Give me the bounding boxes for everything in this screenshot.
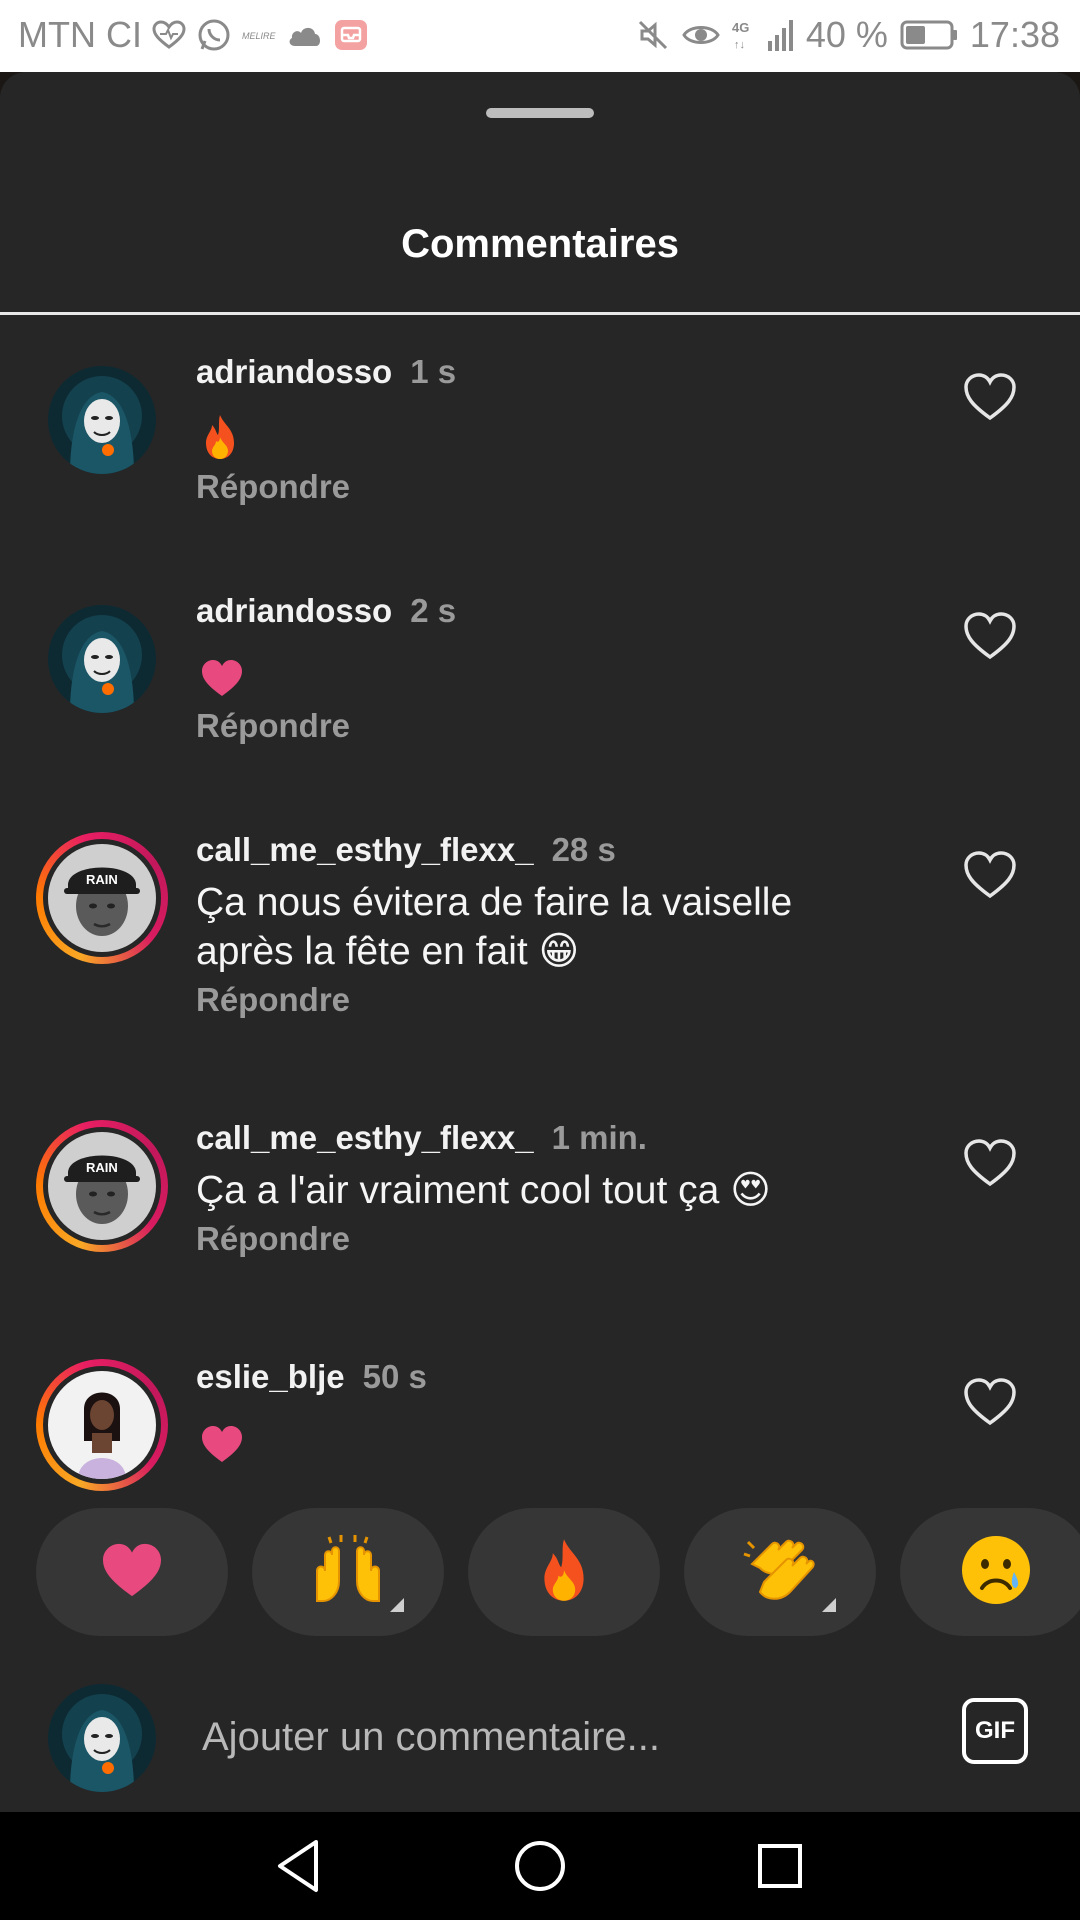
comment-time: 1 s xyxy=(410,353,457,390)
notification-icon xyxy=(334,19,368,51)
svg-text:MELIRET: MELIRET xyxy=(242,31,276,41)
raising-hands-icon xyxy=(309,1534,387,1610)
username-text: eslie_blje xyxy=(196,1358,345,1395)
status-bar: MTN CI MELIRET 4G ↑↓ 40 % xyxy=(0,0,1080,72)
sheet-title: Commentaires xyxy=(401,222,679,266)
comment-time: 1 min. xyxy=(551,1119,647,1156)
avatar[interactable] xyxy=(48,366,156,474)
username-text: call_me_esthy_flexx_ xyxy=(196,1119,534,1156)
username-text: call_me_esthy_flexx_ xyxy=(196,831,534,868)
battery-icon xyxy=(900,20,958,50)
avatar xyxy=(48,1684,156,1792)
app-icon: MELIRET xyxy=(242,25,276,45)
avatar[interactable]: RAIN xyxy=(36,832,168,964)
heart-signal-icon xyxy=(152,20,186,50)
reaction-sad-face-button[interactable] xyxy=(900,1508,1080,1636)
comment-username[interactable]: adriandosso 1 s xyxy=(196,353,456,391)
reply-button[interactable]: Répondre xyxy=(196,981,350,1019)
eye-icon xyxy=(682,21,720,49)
fire-icon xyxy=(536,1534,592,1611)
comment-time: 28 s xyxy=(551,831,616,868)
reaction-clapping-hands-button[interactable] xyxy=(684,1508,876,1636)
heart-outline-icon[interactable] xyxy=(962,1137,1018,1189)
svg-text:RAIN: RAIN xyxy=(86,1160,118,1175)
quick-reactions-bar xyxy=(0,1508,1080,1638)
heart-outline-icon[interactable] xyxy=(962,849,1018,901)
username-text: adriandosso xyxy=(196,353,393,390)
reaction-heart-button[interactable] xyxy=(36,1508,228,1636)
comment-time: 2 s xyxy=(410,592,457,629)
clapping-hands-icon xyxy=(742,1534,818,1611)
comment-username[interactable]: eslie_blje 50 s xyxy=(196,1358,427,1396)
carrier-label: MTN CI xyxy=(18,14,142,55)
fire-icon xyxy=(200,413,240,466)
comment-input[interactable] xyxy=(200,1706,924,1768)
system-navigation-bar xyxy=(0,1812,1080,1920)
heart-emoji-icon xyxy=(200,1424,244,1469)
gif-button[interactable]: GIF xyxy=(962,1698,1028,1764)
heart-emoji-icon xyxy=(99,1541,165,1604)
comment-text: Ça a l'air vraiment cool tout ça 😍 xyxy=(196,1169,771,1212)
reply-button[interactable]: Répondre xyxy=(196,707,350,745)
reply-button[interactable]: Répondre xyxy=(196,1220,350,1258)
svg-text:4G: 4G xyxy=(732,20,749,35)
reply-button[interactable]: Répondre xyxy=(196,468,350,506)
heart-outline-icon[interactable] xyxy=(962,610,1018,662)
heart-outline-icon[interactable] xyxy=(962,371,1018,423)
username-text: adriandosso xyxy=(196,592,393,629)
svg-text:↑↓: ↑↓ xyxy=(734,39,745,51)
avatar[interactable] xyxy=(36,1359,168,1491)
comment-text: Ça nous évitera de faire la vaiselle apr… xyxy=(196,881,793,973)
sad-face-icon xyxy=(958,1532,1034,1613)
network-4g-icon: 4G ↑↓ xyxy=(732,18,756,52)
comment-composer: GIF xyxy=(0,1660,1080,1812)
battery-percent: 40 % xyxy=(805,14,888,55)
variant-indicator xyxy=(390,1598,404,1612)
comments-list[interactable]: adriandosso 1 s Répondre adriandosso 2 s R… xyxy=(0,315,1080,1555)
recents-icon[interactable] xyxy=(748,1834,812,1898)
svg-text:RAIN: RAIN xyxy=(86,872,118,887)
home-icon[interactable] xyxy=(508,1834,572,1898)
mute-icon xyxy=(636,18,670,52)
comment-time: 50 s xyxy=(362,1358,427,1395)
avatar[interactable] xyxy=(48,605,156,713)
heart-outline-icon[interactable] xyxy=(962,1376,1018,1428)
comment-username[interactable]: call_me_esthy_flexx_ 1 min. xyxy=(196,1119,647,1157)
signal-icon xyxy=(767,19,794,51)
variant-indicator xyxy=(822,1598,836,1612)
comment-username[interactable]: call_me_esthy_flexx_ 28 s xyxy=(196,831,616,869)
comment-username[interactable]: adriandosso 2 s xyxy=(196,592,456,630)
avatar[interactable]: RAIN xyxy=(36,1120,168,1252)
cloud-icon xyxy=(286,22,324,48)
whatsapp-icon xyxy=(196,17,232,53)
back-icon[interactable] xyxy=(268,1834,332,1898)
drag-handle[interactable] xyxy=(486,108,594,118)
heart-emoji-icon xyxy=(200,658,244,703)
reaction-fire-button[interactable] xyxy=(468,1508,660,1636)
reaction-raising-hands-button[interactable] xyxy=(252,1508,444,1636)
clock: 17:38 xyxy=(969,14,1060,55)
